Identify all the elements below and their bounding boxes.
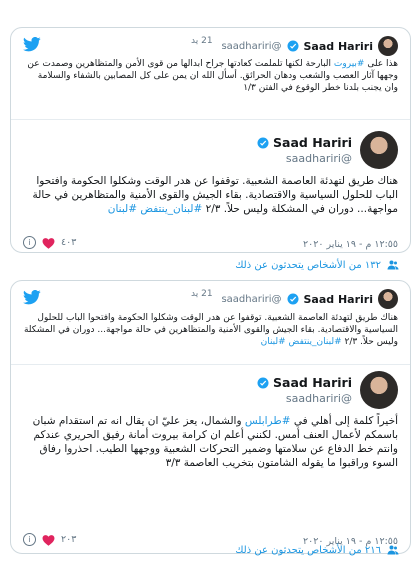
verified-badge-icon <box>257 377 269 388</box>
people-icon <box>387 545 399 555</box>
conversation-count[interactable]: ٢١٦ من الأشخاص يتحدثون عن ذلك <box>235 545 381 556</box>
timestamp[interactable]: ١٢:٥٥ م - ١٩ يناير ٢٠٢٠ <box>303 239 398 250</box>
timestamp[interactable]: 21 يد <box>191 289 213 299</box>
avatar[interactable] <box>378 289 398 309</box>
tweet-card[interactable]: Saad Hariri @saadhariri 21 يد هذا على #ب… <box>10 27 411 253</box>
tweet-card[interactable]: Saad Hariri @saadhariri 21 يد هناك طريق … <box>10 280 411 554</box>
author-handle[interactable]: @saadhariri <box>257 152 352 165</box>
conversation-link[interactable]: ١٣٢ من الأشخاص يتحدثون عن ذلك <box>10 254 411 276</box>
quoted-tweet-header: Saad Hariri @saadhariri <box>221 289 398 309</box>
author-handle[interactable]: @saadhariri <box>257 392 352 405</box>
author-name[interactable]: Saad Hariri <box>304 293 374 306</box>
author-name[interactable]: Saad Hariri <box>273 135 352 150</box>
twitter-bird-icon[interactable] <box>23 290 41 305</box>
quoted-tweet-header: Saad Hariri @saadhariri <box>221 36 398 56</box>
verified-badge-icon <box>287 293 298 305</box>
hashtag-link[interactable]: #بيروت <box>334 59 365 69</box>
text-fragment: أخيراً كلمة إلى أهلي في <box>290 415 398 427</box>
people-icon <box>387 260 399 270</box>
quoted-tweet-text: هذا على #بيروت البارحة لكنها تلملمت كعاد… <box>23 58 398 94</box>
hashtag-link[interactable]: #لبنان_ينتفض #لبنان <box>261 337 342 347</box>
text-fragment: هناك طريق لتهدئة العاصمة الشعبية. توقفوا… <box>32 175 398 215</box>
conversation-count[interactable]: ١٣٢ من الأشخاص يتحدثون عن ذلك <box>235 260 381 271</box>
quoted-tweet[interactable]: Saad Hariri @saadhariri 21 يد هذا على #ب… <box>11 28 410 120</box>
tweet-header: Saad Hariri @saadhariri <box>257 371 398 409</box>
tweet-header: Saad Hariri @saadhariri <box>257 131 398 169</box>
text-fragment: هناك طريق لتهدئة العاصمة الشعبية. توقفوا… <box>23 313 398 347</box>
avatar[interactable] <box>378 36 398 56</box>
timestamp[interactable]: 21 يد <box>191 36 213 46</box>
verified-badge-icon <box>287 40 298 52</box>
avatar[interactable] <box>360 371 398 409</box>
verified-badge-icon <box>257 137 269 148</box>
heart-icon[interactable] <box>42 237 55 249</box>
conversation-link[interactable]: ٢١٦ من الأشخاص يتحدثون عن ذلك <box>10 539 411 561</box>
quoted-tweet[interactable]: Saad Hariri @saadhariri 21 يد هناك طريق … <box>11 281 410 365</box>
hashtag-link[interactable]: #لبنان_ينتفض #لبنان <box>108 203 203 215</box>
text-fragment: هذا على <box>364 59 398 69</box>
author-handle[interactable]: @saadhariri <box>221 294 281 305</box>
avatar[interactable] <box>360 131 398 169</box>
quoted-tweet-text: هناك طريق لتهدئة العاصمة الشعبية. توقفوا… <box>23 312 398 348</box>
author-handle[interactable]: @saadhariri <box>221 41 281 52</box>
author-name[interactable]: Saad Hariri <box>273 375 352 390</box>
twitter-bird-icon[interactable] <box>23 37 41 52</box>
author-name[interactable]: Saad Hariri <box>304 40 374 53</box>
like-count: ٤٠٣ <box>61 237 77 248</box>
tweet-text: هناك طريق لتهدئة العاصمة الشعبية. توقفوا… <box>25 174 398 216</box>
hashtag-link[interactable]: #طرابلس <box>245 415 291 427</box>
info-icon[interactable]: i <box>23 236 36 249</box>
tweet-stats: ١٢:٥٥ م - ١٩ يناير ٢٠٢٠ i ٤٠٣ <box>23 236 398 252</box>
tweet-text: أخيراً كلمة إلى أهلي في #طرابلس والشمال،… <box>25 414 398 470</box>
